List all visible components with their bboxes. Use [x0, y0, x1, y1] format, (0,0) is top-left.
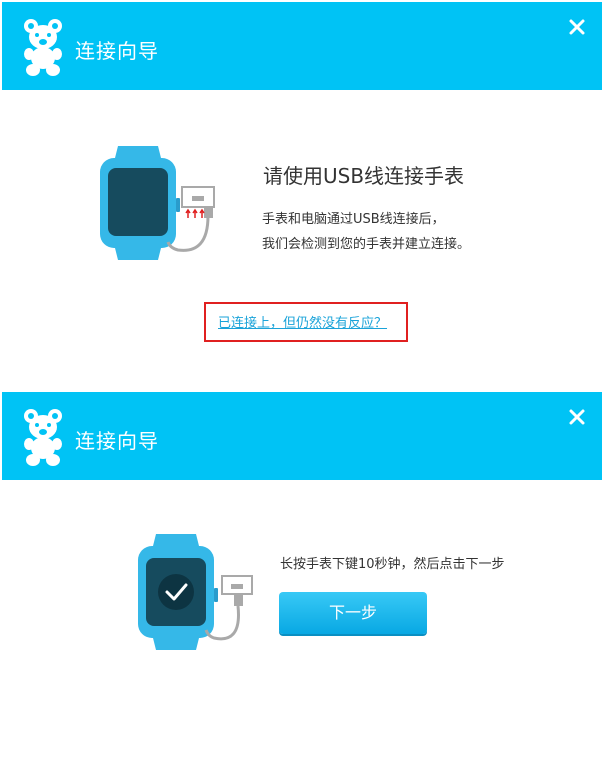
dialog-title: 连接向导	[75, 39, 159, 63]
teddy-bear-icon	[24, 409, 62, 466]
connection-wizard-dialog-2: 连接向导 长按手表下键10秒钟，然后点击下一步 下一步	[2, 392, 602, 769]
description-line-2: 我们会检测到您的手表并建立连接。	[262, 237, 471, 252]
description-line-1: 手表和电脑通过USB线连接后，	[262, 212, 445, 227]
close-icon[interactable]	[566, 16, 588, 38]
reset-instruction: 长按手表下键10秒钟，然后点击下一步	[280, 557, 505, 572]
next-step-button[interactable]: 下一步	[279, 592, 427, 634]
no-response-help-link[interactable]: 已连接上，但仍然没有反应？	[218, 312, 387, 331]
dialog-header: 连接向导	[2, 392, 602, 480]
watch-reset-illustration	[138, 534, 253, 650]
watch-usb-illustration	[100, 146, 215, 260]
dialog-header: 连接向导	[2, 2, 602, 90]
teddy-bear-icon	[24, 19, 62, 76]
close-icon[interactable]	[566, 406, 588, 428]
dialog-title: 连接向导	[75, 429, 159, 453]
usb-connect-headline: 请使用USB线连接手表	[263, 164, 465, 188]
